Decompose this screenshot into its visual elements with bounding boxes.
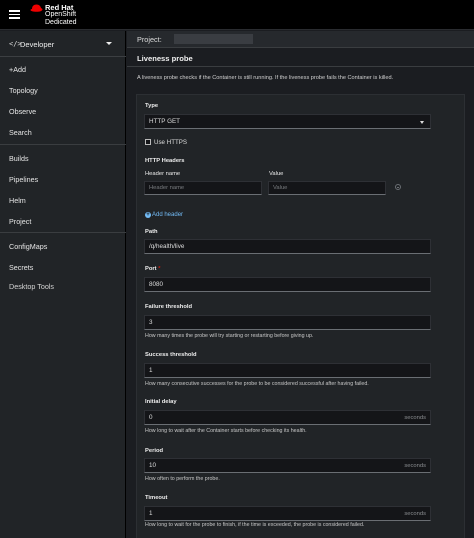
project-bar: Project:	[127, 31, 474, 48]
caret-down-icon	[420, 121, 424, 124]
initial-delay-label: Initial delay	[145, 399, 177, 405]
red-hat-logo-icon	[30, 4, 43, 12]
perspective-switcher[interactable]: </> Developer	[0, 31, 126, 57]
initial-delay-value: 0	[149, 414, 153, 421]
header-value-column-label: Value	[269, 171, 284, 177]
sidebar-item-topology[interactable]: Topology	[9, 86, 38, 95]
header-name-column-label: Header name	[145, 171, 181, 177]
type-select-value: HTTP GET	[149, 118, 181, 125]
main-content: Project: Liveness probe A liveness probe…	[127, 31, 474, 538]
remove-header-icon[interactable]	[395, 184, 401, 190]
sidebar-item-observe[interactable]: Observe	[9, 107, 36, 116]
timeout-label: Timeout	[145, 495, 168, 501]
timeout-unit: seconds	[404, 510, 426, 517]
initial-delay-unit: seconds	[404, 414, 426, 421]
brand-line-openshift: OpenShift	[45, 11, 77, 18]
header-name-input[interactable]: Header name	[144, 181, 262, 195]
port-label-text: Port	[145, 266, 157, 272]
timeout-input[interactable]: 1 seconds	[144, 506, 431, 521]
sidebar-divider	[0, 144, 126, 145]
period-unit: seconds	[404, 462, 426, 469]
sidebar-item-search[interactable]: Search	[9, 128, 32, 137]
project-selector-label[interactable]: Project:	[137, 35, 162, 44]
type-label: Type	[145, 103, 159, 109]
initial-delay-input[interactable]: 0 seconds	[144, 410, 431, 425]
http-headers-label: HTTP Headers	[145, 158, 185, 164]
timeout-value: 1	[149, 510, 153, 517]
project-name-redacted[interactable]	[174, 34, 253, 44]
header-value-input[interactable]: Value	[268, 181, 386, 195]
sidebar-item-secrets[interactable]: Secrets	[9, 263, 33, 272]
sidebar-item-builds[interactable]: Builds	[9, 154, 29, 163]
title-divider	[127, 66, 474, 67]
use-https-checkbox[interactable]	[145, 139, 151, 145]
sidebar-item-project[interactable]: Project	[9, 217, 31, 226]
path-input[interactable]: /q/health/live	[144, 239, 431, 254]
use-https-label: Use HTTPS	[154, 139, 188, 146]
probe-description: A liveness probe checks if the Container…	[137, 75, 394, 81]
port-label: Port *	[145, 266, 161, 272]
sidebar: </> Developer +Add Topology Observe Sear…	[0, 31, 126, 538]
sidebar-item-pipelines[interactable]: Pipelines	[9, 175, 38, 184]
brand-line-dedicated: Dedicated	[45, 19, 77, 26]
sidebar-item-configmaps[interactable]: ConfigMaps	[9, 242, 47, 251]
failure-threshold-input[interactable]: 3	[144, 315, 431, 330]
required-indicator: *	[158, 266, 161, 272]
failure-threshold-help: How many times the probe will try starti…	[145, 333, 314, 339]
period-help: How often to perform the probe.	[145, 476, 220, 482]
type-select[interactable]: HTTP GET	[144, 114, 431, 129]
masthead: Red Hat OpenShift Dedicated	[0, 0, 474, 30]
sidebar-item-desktop-tools[interactable]: Desktop Tools	[9, 282, 54, 291]
period-label: Period	[145, 448, 164, 454]
sidebar-item-add[interactable]: +Add	[9, 65, 26, 74]
caret-down-icon	[106, 42, 112, 45]
add-header-label: Add header	[152, 211, 184, 218]
perspective-label: Developer	[20, 40, 55, 49]
port-input[interactable]: 8080	[144, 277, 431, 292]
success-threshold-help: How many consecutive successes for the p…	[145, 381, 369, 387]
success-threshold-input[interactable]: 1	[144, 363, 431, 378]
success-threshold-label: Success threshold	[145, 352, 197, 358]
hamburger-menu-icon[interactable]	[9, 10, 20, 19]
timeout-help: How long to wait for the probe to finish…	[145, 522, 365, 528]
plus-circle-icon: +	[145, 211, 151, 218]
probe-title: Liveness probe	[137, 54, 193, 63]
add-header-button[interactable]: + Add header	[145, 206, 183, 224]
probe-form: Type HTTP GET Use HTTPS HTTP Headers Hea…	[136, 94, 465, 538]
period-input[interactable]: 10 seconds	[144, 458, 431, 473]
failure-threshold-label: Failure threshold	[145, 304, 193, 310]
sidebar-divider	[0, 232, 126, 233]
path-label: Path	[145, 229, 158, 235]
period-value: 10	[149, 462, 157, 469]
initial-delay-help: How long to wait after the Container sta…	[145, 428, 307, 434]
sidebar-item-helm[interactable]: Helm	[9, 196, 26, 205]
